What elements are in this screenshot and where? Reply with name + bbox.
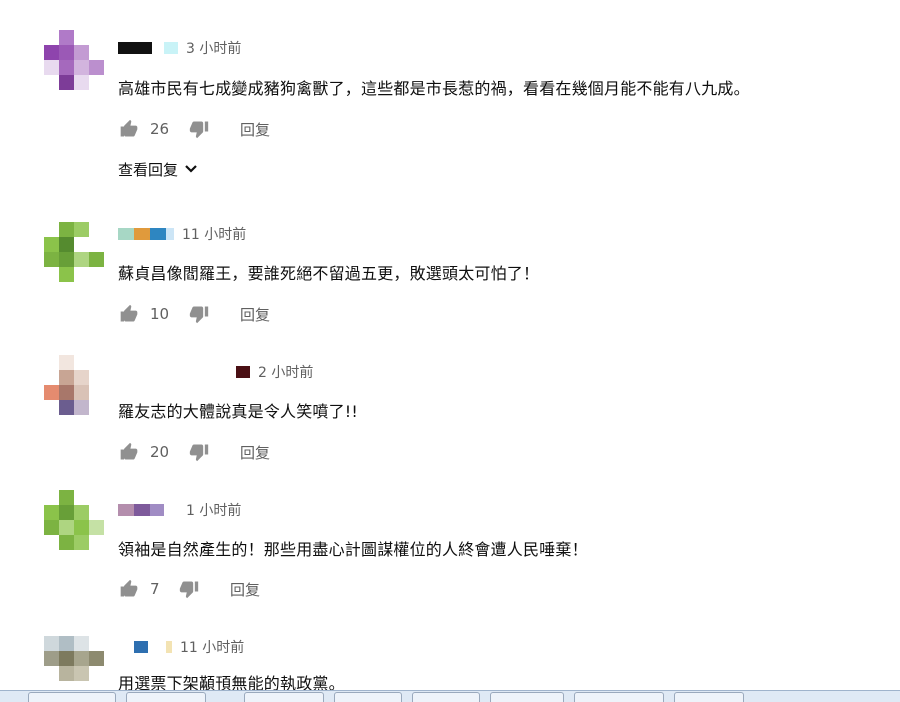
- taskbar-button[interactable]: [126, 692, 206, 702]
- thumb-up-icon[interactable]: [118, 119, 140, 139]
- avatar[interactable]: [44, 636, 104, 696]
- comment-actions: 20 回复: [118, 440, 270, 464]
- taskbar-button[interactable]: [490, 692, 564, 702]
- comment-actions: 26 回复: [118, 117, 270, 141]
- thumb-down-icon[interactable]: [188, 304, 210, 324]
- taskbar-button[interactable]: [412, 692, 480, 702]
- chevron-down-icon: [185, 165, 197, 173]
- comment-timestamp[interactable]: 3 小时前: [186, 38, 241, 58]
- like-count: 10: [150, 305, 170, 323]
- avatar[interactable]: [44, 222, 104, 282]
- comment-timestamp[interactable]: 1 小时前: [186, 500, 241, 520]
- comment-actions: 7 回复: [118, 577, 260, 601]
- like-count: 26: [150, 120, 170, 138]
- thumb-up-icon[interactable]: [118, 579, 140, 599]
- author-name-redacted[interactable]: [118, 228, 174, 240]
- avatar[interactable]: [44, 355, 104, 415]
- thumb-up-icon[interactable]: [118, 442, 140, 462]
- author-name-redacted[interactable]: [236, 366, 250, 378]
- comment-meta: 3 小时前: [118, 38, 241, 58]
- comment-timestamp[interactable]: 11 小时前: [180, 637, 244, 657]
- reply-button[interactable]: 回复: [240, 442, 270, 463]
- comment-meta: 11 小时前: [118, 637, 244, 657]
- author-name-redacted[interactable]: [118, 504, 164, 516]
- comment-text: 領袖是自然產生的！那些用盡心計圖謀權位的人終會遭人民唾棄！: [118, 540, 588, 559]
- view-replies-label: 查看回复: [118, 160, 179, 179]
- taskbar-button[interactable]: [28, 692, 116, 702]
- comment-meta: 2 小时前: [118, 362, 313, 382]
- comment-text: 羅友志的大體說真是令人笑噴了!!: [118, 402, 359, 421]
- taskbar: [0, 690, 900, 702]
- avatar[interactable]: [44, 490, 104, 550]
- reply-button[interactable]: 回复: [240, 304, 270, 325]
- author-name-redacted[interactable]: [118, 42, 178, 54]
- comment-text: 高雄市民有七成變成豬狗禽獸了，這些都是市長惹的禍，看看在幾個月能不能有八九成。: [118, 79, 750, 98]
- comments-list: 3 小时前 高雄市民有七成變成豬狗禽獸了，這些都是市長惹的禍，看看在幾個月能不能…: [0, 0, 900, 693]
- comment-meta: 1 小时前: [118, 500, 241, 520]
- author-name-redacted[interactable]: [134, 641, 172, 653]
- thumb-down-icon[interactable]: [188, 442, 210, 462]
- reply-button[interactable]: 回复: [230, 579, 260, 600]
- comment-meta: 11 小时前: [118, 224, 246, 244]
- view-replies-button[interactable]: 查看回复: [118, 158, 198, 180]
- thumb-down-icon[interactable]: [178, 579, 200, 599]
- like-count: 7: [150, 580, 160, 598]
- taskbar-button[interactable]: [674, 692, 744, 702]
- thumb-up-icon[interactable]: [118, 304, 140, 324]
- comment-timestamp[interactable]: 2 小时前: [258, 362, 313, 382]
- avatar[interactable]: [44, 30, 104, 90]
- like-count: 20: [150, 443, 170, 461]
- taskbar-button[interactable]: [334, 692, 402, 702]
- taskbar-button[interactable]: [574, 692, 664, 702]
- comment-timestamp[interactable]: 11 小时前: [182, 224, 246, 244]
- comment-actions: 10 回复: [118, 302, 270, 326]
- thumb-down-icon[interactable]: [188, 119, 210, 139]
- taskbar-button[interactable]: [244, 692, 324, 702]
- comment-text: 蘇貞昌像閻羅王，要誰死絕不留過五更，敗選頭太可怕了！: [118, 264, 540, 283]
- reply-button[interactable]: 回复: [240, 119, 270, 140]
